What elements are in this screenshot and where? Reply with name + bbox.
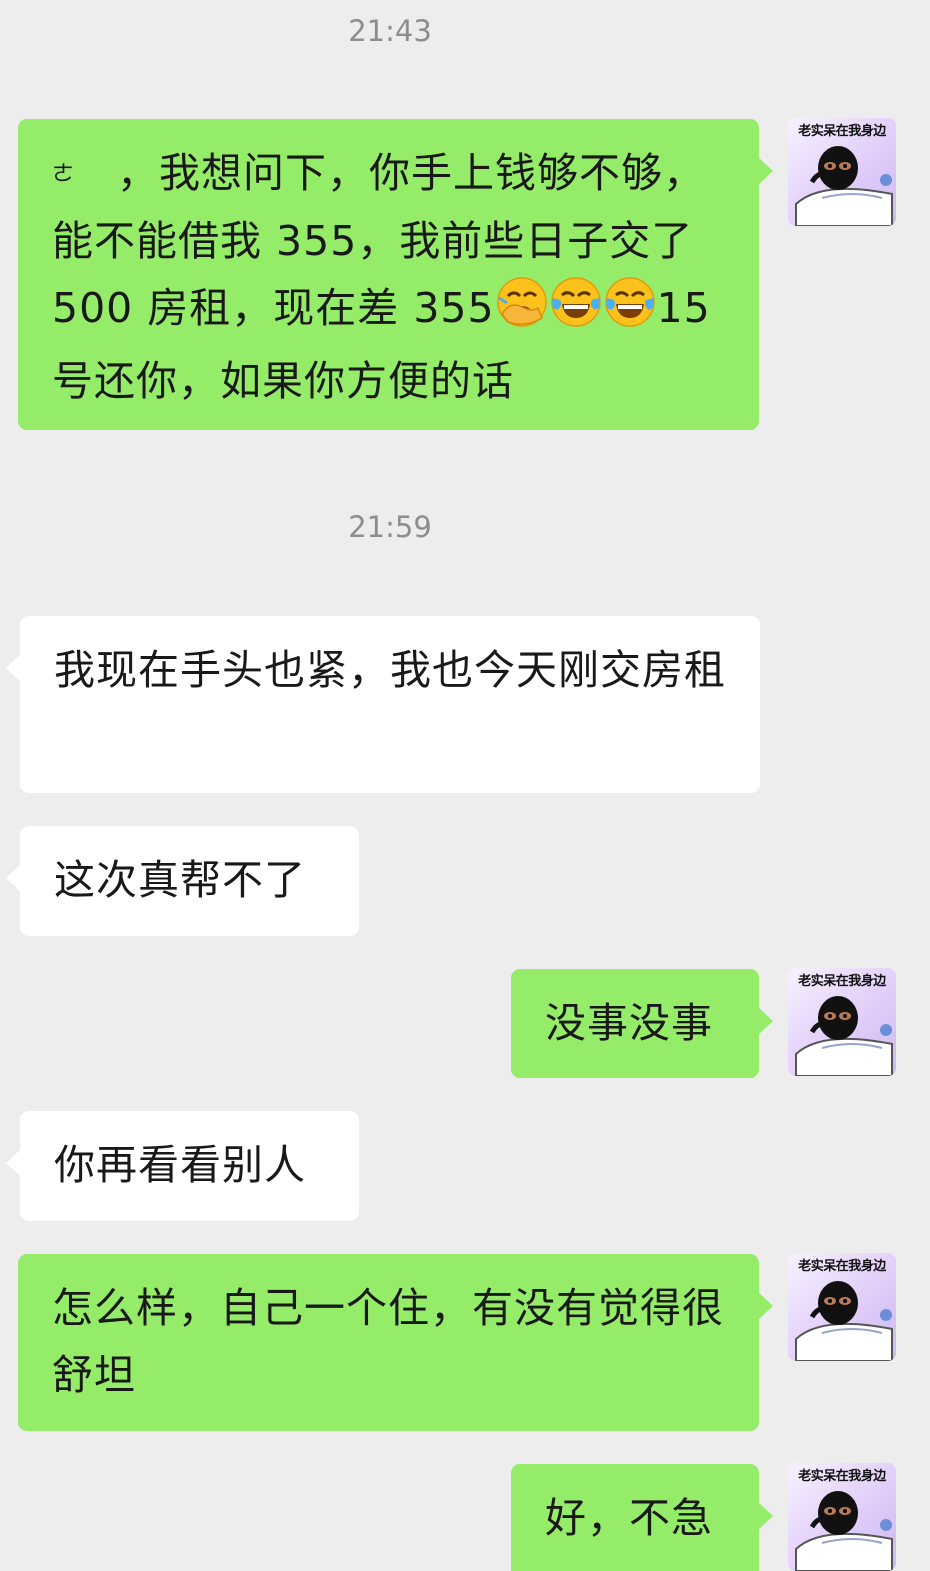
message-text: 怎么样，自己一个住，有没有觉得很舒坦 [52, 1284, 724, 1399]
message-bubble-sent[interactable]: 怎么样，自己一个住，有没有觉得很舒坦 [18, 1254, 773, 1431]
message-bubble-sent[interactable]: 没事没事 [511, 969, 773, 1078]
message-text: ㄜ ，我想问下，你手上钱够不够，能不能借我 355，我前些日子交了 500 房租… [52, 140, 725, 415]
avatar-caption: 老实呆在我身边 [798, 1259, 886, 1274]
message-text: 没事没事 [545, 999, 713, 1047]
message-bubble-sent[interactable]: 好，不急 [511, 1464, 773, 1571]
face-with-hand-over-mouth-emoji [496, 276, 548, 348]
avatar[interactable]: 老实呆在我身边 [788, 118, 896, 226]
tears-of-joy-emoji [550, 276, 602, 348]
message-text: 我现在手头也紧，我也今天刚交房租 [54, 646, 726, 694]
tears-of-joy-emoji [604, 276, 656, 348]
message-text: 这次真帮不了 [54, 856, 306, 904]
message-bubble-received[interactable]: 我现在手头也紧，我也今天刚交房租 [6, 616, 760, 793]
timestamp: 21:43 [348, 14, 432, 48]
chat-window: 21:43 ㄜ ，我想问下，你手上钱够不够，能不能借我 355，我前些日子交了 … [0, 0, 930, 1571]
avatar-caption: 老实呆在我身边 [798, 124, 886, 139]
avatar-caption: 老实呆在我身边 [798, 974, 886, 989]
message-bubble-sent[interactable]: ㄜ ，我想问下，你手上钱够不够，能不能借我 355，我前些日子交了 500 房租… [18, 119, 773, 430]
avatar[interactable]: 老实呆在我身边 [788, 1463, 896, 1571]
message-fragment: ㄜ [52, 162, 76, 187]
message-text: 你再看看别人 [54, 1141, 306, 1189]
message-bubble-received[interactable]: 这次真帮不了 [6, 826, 359, 936]
message-bubble-received[interactable]: 你再看看别人 [6, 1111, 359, 1221]
message-text: 好，不急 [545, 1494, 713, 1542]
timestamp: 21:59 [348, 510, 432, 544]
avatar-caption: 老实呆在我身边 [798, 1469, 886, 1484]
avatar[interactable]: 老实呆在我身边 [788, 968, 896, 1076]
avatar[interactable]: 老实呆在我身边 [788, 1253, 896, 1361]
